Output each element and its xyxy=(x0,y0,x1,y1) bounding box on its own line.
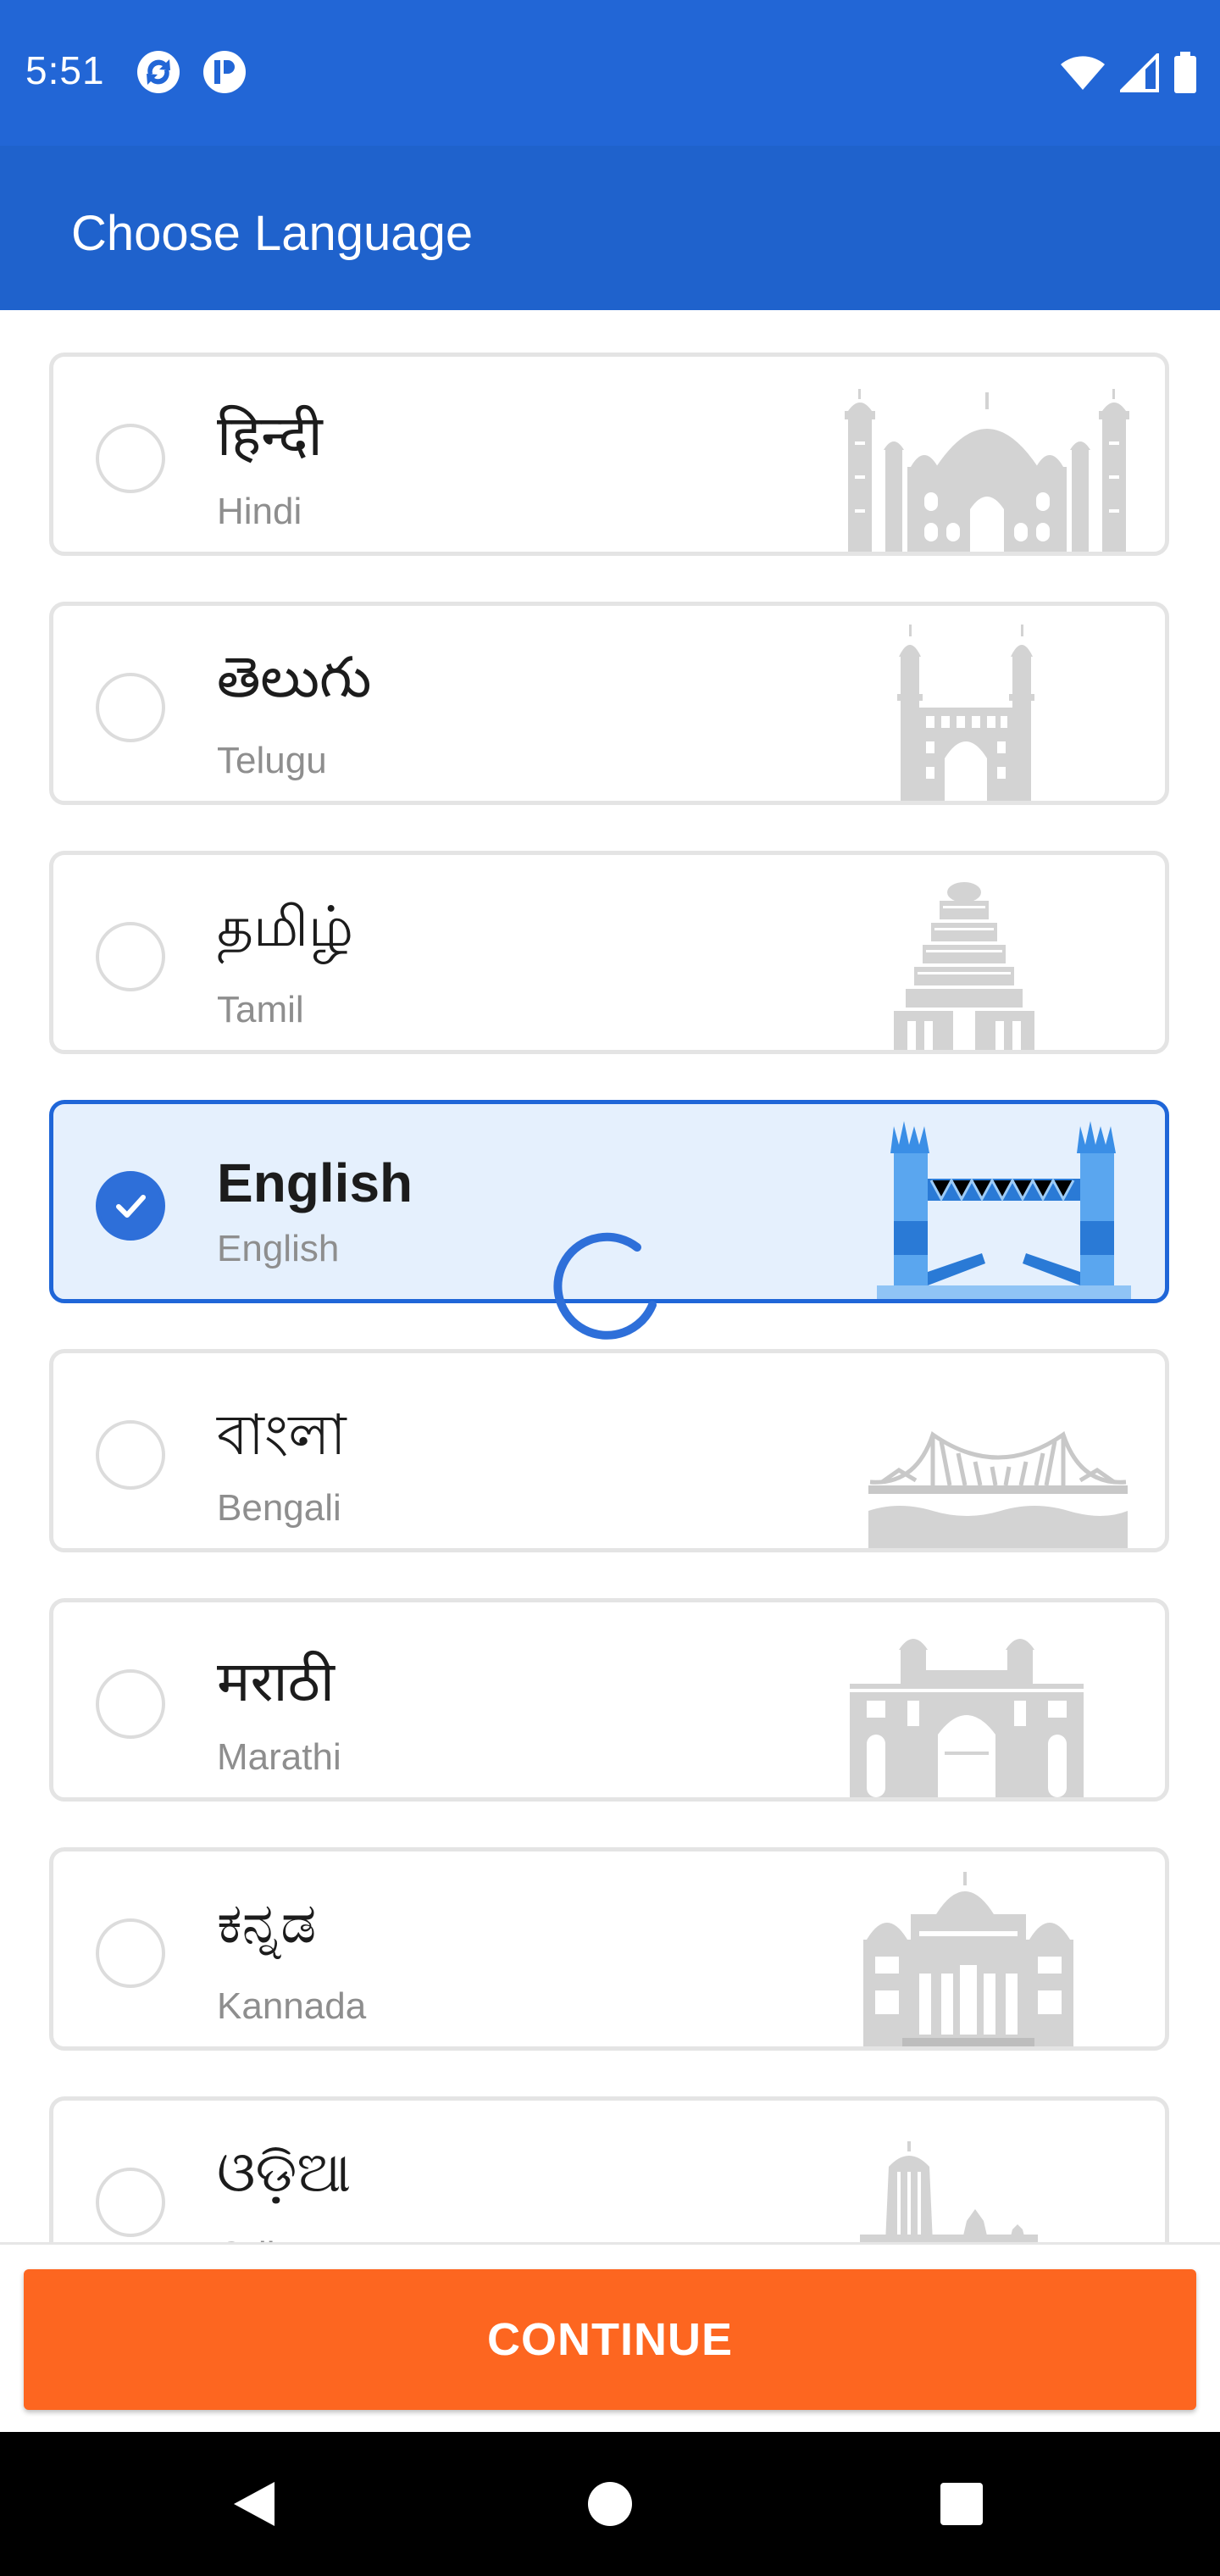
continue-button[interactable]: CONTINUE xyxy=(24,2269,1196,2410)
radio-button[interactable] xyxy=(96,922,165,991)
language-option-kannada[interactable]: ಕನ್ನಡ Kannada xyxy=(49,1847,1169,2051)
home-icon xyxy=(588,2482,632,2526)
loading-spinner xyxy=(553,1232,657,1340)
language-option-hindi[interactable]: हिन्दी Hindi xyxy=(49,353,1169,556)
radio-button[interactable] xyxy=(96,424,165,493)
home-button[interactable] xyxy=(572,2466,648,2542)
cellular-signal-icon xyxy=(1120,53,1159,92)
system-navigation-bar xyxy=(0,2432,1220,2576)
radio-button[interactable] xyxy=(96,673,165,742)
recents-icon xyxy=(940,2483,983,2525)
recents-button[interactable] xyxy=(923,2466,1000,2542)
back-icon xyxy=(234,2482,274,2526)
language-native-name: English xyxy=(217,1152,413,1213)
howrah-bridge-icon xyxy=(868,1431,1128,1548)
gateway-of-india-icon xyxy=(850,1639,1084,1797)
language-option-odia[interactable]: ଓଡ଼ିଆ Odia xyxy=(49,2096,1169,2242)
language-native-name: বাংলা xyxy=(217,1402,347,1468)
language-english-name: Marathi xyxy=(217,1736,341,1778)
language-english-name: Odia xyxy=(217,2235,296,2242)
mysore-palace-icon xyxy=(863,1872,1073,2046)
radio-button[interactable] xyxy=(96,1918,165,1988)
language-option-bengali[interactable]: বাংলা Bengali xyxy=(49,1349,1169,1552)
language-native-name: ಕನ್ನಡ xyxy=(217,1890,317,1956)
language-english-name: Hindi xyxy=(217,491,302,532)
taj-mahal-icon xyxy=(845,389,1129,552)
language-option-marathi[interactable]: मराठी Marathi xyxy=(49,1598,1169,1802)
radio-button[interactable] xyxy=(96,1669,165,1739)
language-english-name: Kannada xyxy=(217,1985,367,2027)
radio-button-checked[interactable] xyxy=(96,1171,165,1241)
language-native-name: తెలుగు xyxy=(217,645,372,710)
sync-app-icon xyxy=(137,51,180,93)
p-app-icon xyxy=(203,51,246,93)
temple-gopuram-icon xyxy=(894,882,1034,1050)
page-title: Choose Language xyxy=(71,206,474,261)
language-english-name: English xyxy=(217,1228,340,1269)
charminar-icon xyxy=(897,625,1034,801)
app-bar: Choose Language xyxy=(0,146,1220,310)
language-native-name: हिन्दी xyxy=(217,403,323,469)
language-native-name: ଓଡ଼ିଆ xyxy=(217,2140,352,2205)
status-time: 5:51 xyxy=(25,48,105,92)
language-english-name: Telugu xyxy=(217,740,327,781)
language-english-name: Tamil xyxy=(217,989,304,1030)
language-english-name: Bengali xyxy=(217,1487,341,1529)
check-icon xyxy=(116,1195,146,1218)
radio-button[interactable] xyxy=(96,1420,165,1490)
language-option-telugu[interactable]: తెలుగు Telugu xyxy=(49,602,1169,805)
language-native-name: தமிழ் xyxy=(217,894,354,959)
bottom-action-area: CONTINUE xyxy=(0,2242,1220,2432)
tower-bridge-icon xyxy=(877,1121,1131,1299)
wifi-icon xyxy=(1061,56,1105,90)
battery-icon xyxy=(1174,52,1196,93)
status-indicators xyxy=(1059,47,1198,98)
language-native-name: मराठी xyxy=(217,1649,335,1714)
radio-button[interactable] xyxy=(96,2168,165,2237)
konark-temple-icon xyxy=(860,2141,1038,2242)
back-button[interactable] xyxy=(216,2466,292,2542)
status-bar: 5:51 xyxy=(0,0,1220,146)
language-option-tamil[interactable]: தமிழ் Tamil xyxy=(49,851,1169,1054)
